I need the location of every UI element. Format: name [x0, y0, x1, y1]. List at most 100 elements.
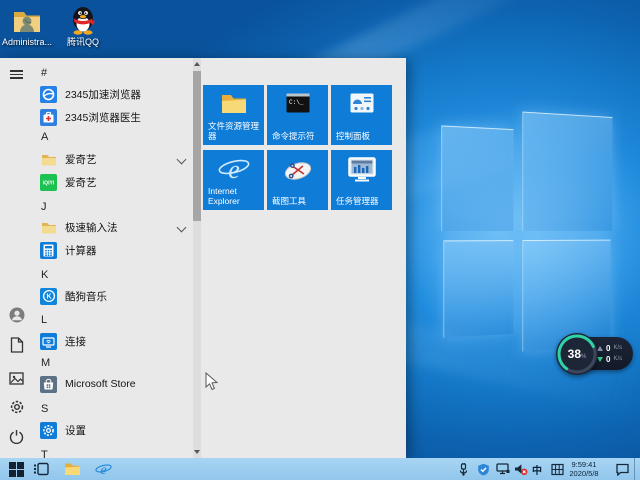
windows-logo-wallpaper: [437, 100, 615, 362]
scroll-down-icon[interactable]: [194, 450, 200, 454]
upload-value: 0: [606, 343, 611, 353]
tile-snipping-tool[interactable]: 截图工具: [267, 150, 328, 210]
usb-tray-icon[interactable]: [456, 458, 470, 480]
ime-language-indicator[interactable]: 中: [530, 458, 544, 480]
tile-control-panel[interactable]: 控制面板: [331, 85, 392, 145]
gear-icon: [10, 400, 23, 413]
screen: Administra... 腾讯QQ 0 K/s 0 K/s 38% # 234…: [0, 0, 640, 480]
app-item-calculator[interactable]: 计算器: [40, 239, 188, 261]
app-list-scrollbar[interactable]: [193, 58, 201, 458]
task-view-icon: [34, 462, 49, 476]
action-center-icon: [615, 463, 629, 476]
security-shield-tray-icon[interactable]: [476, 458, 490, 480]
iqiyi-icon: iQIYI: [40, 173, 57, 191]
desktop-icon-user-folder[interactable]: Administra...: [2, 6, 52, 47]
desktop-icon-qq[interactable]: 腾讯QQ: [58, 6, 108, 47]
settings-gear-icon: [40, 421, 57, 439]
app-item-microsoft-store[interactable]: Microsoft Store: [40, 373, 188, 395]
desktop-icon-area: Administra... 腾讯QQ: [2, 6, 108, 47]
section-header[interactable]: S: [41, 401, 171, 417]
app-item-2345-browser[interactable]: 2345加速浏览器: [40, 83, 188, 105]
section-header[interactable]: M: [41, 355, 171, 371]
folder-icon: [40, 219, 57, 236]
browser-doctor-2345-icon: [40, 108, 57, 126]
chevron-down-icon: [176, 222, 187, 233]
app-item-connect[interactable]: 连接: [40, 330, 188, 352]
user-icon: [9, 307, 24, 322]
task-view-button[interactable]: [31, 458, 51, 480]
settings-button[interactable]: [8, 398, 25, 415]
ethernet-icon: [496, 463, 510, 475]
ie-icon: e: [94, 463, 112, 477]
start-menu-rail: [0, 58, 33, 458]
speed-monitor-widget[interactable]: 0 K/s 0 K/s 38%: [554, 332, 636, 376]
control-panel-icon: [331, 93, 392, 113]
mouse-cursor: [205, 372, 218, 391]
section-header[interactable]: K: [41, 267, 171, 283]
user-folder-icon: [12, 6, 42, 36]
microsoft-store-icon: [40, 375, 57, 393]
calculator-icon: [40, 241, 57, 259]
tile-command-prompt[interactable]: C:\_ 命令提示符: [267, 85, 328, 145]
scrollbar-thumb[interactable]: [193, 71, 201, 221]
taskbar-clock[interactable]: 9:59:41 2020/5/8: [561, 460, 607, 478]
internet-explorer-taskbar-button[interactable]: e: [93, 458, 113, 480]
speaker-muted-icon: [515, 463, 528, 475]
pictures-icon: [9, 372, 24, 385]
app-item-settings[interactable]: 设置: [40, 419, 188, 441]
app-label: 爱奇艺: [65, 176, 97, 189]
internet-explorer-icon: e: [203, 154, 264, 184]
power-icon: [9, 430, 24, 444]
section-header[interactable]: T: [41, 447, 171, 458]
app-item-2345-doctor[interactable]: 2345浏览器医生: [40, 106, 188, 128]
upload-speed-row: 0 K/s: [597, 344, 622, 353]
section-header[interactable]: #: [41, 65, 171, 81]
app-item-iqiyi[interactable]: iQIYI 爱奇艺: [40, 171, 188, 193]
tile-label: 截图工具: [272, 195, 307, 206]
start-button[interactable]: [6, 458, 26, 480]
tile-file-explorer[interactable]: 文件资源管理器: [203, 85, 264, 145]
pictures-button[interactable]: [8, 370, 25, 387]
action-center-button[interactable]: [612, 458, 632, 480]
app-item-kugou[interactable]: K 酷狗音乐: [40, 285, 188, 307]
app-label: 计算器: [65, 244, 97, 257]
svg-text:K: K: [46, 294, 51, 301]
command-prompt-icon: C:\_: [267, 93, 328, 113]
documents-button[interactable]: [8, 336, 25, 353]
connect-icon: [40, 332, 57, 350]
kugou-music-icon: K: [40, 287, 57, 305]
file-explorer-icon: [203, 93, 264, 114]
logo-pane: [522, 111, 613, 231]
app-label: 连接: [65, 335, 86, 348]
start-menu: # 2345加速浏览器 2345浏览器医生 A 爱奇艺 iQIYI 爱奇艺 J …: [0, 58, 406, 458]
folder-icon: [40, 151, 57, 168]
section-header[interactable]: J: [41, 199, 171, 215]
qq-penguin-icon: [68, 6, 98, 36]
download-speed-row: 0 K/s: [597, 355, 622, 364]
usage-gauge: 38%: [556, 333, 598, 375]
section-header[interactable]: A: [41, 129, 171, 145]
windows-logo-icon: [8, 461, 24, 477]
tile-internet-explorer[interactable]: e Internet Explorer: [203, 150, 264, 210]
tile-label: 文件资源管理器: [208, 121, 260, 141]
show-desktop-button[interactable]: [634, 458, 640, 480]
volume-tray-icon[interactable]: [513, 458, 529, 480]
file-explorer-taskbar-button[interactable]: [62, 458, 82, 480]
app-label: 设置: [65, 424, 86, 437]
app-label: 2345加速浏览器: [65, 88, 141, 101]
cmd-prompt-text: C:\_: [289, 99, 304, 106]
section-header[interactable]: L: [41, 312, 171, 328]
desktop-icon-label: Administra...: [2, 37, 53, 47]
tile-label: 任务管理器: [336, 195, 379, 206]
app-group-iqiyi[interactable]: 爱奇艺: [40, 148, 188, 170]
scroll-up-icon[interactable]: [194, 62, 200, 66]
menu-hamburger-button[interactable]: [8, 66, 25, 83]
account-button[interactable]: [8, 306, 25, 323]
app-group-jisu-ime[interactable]: 极速输入法: [40, 216, 188, 238]
usage-percent: 38%: [568, 347, 587, 361]
upload-unit: K/s: [613, 345, 623, 351]
clock-time: 9:59:41: [571, 460, 597, 469]
power-button[interactable]: [8, 428, 25, 445]
tile-task-manager[interactable]: 任务管理器: [331, 150, 392, 210]
network-tray-icon[interactable]: [495, 458, 511, 480]
